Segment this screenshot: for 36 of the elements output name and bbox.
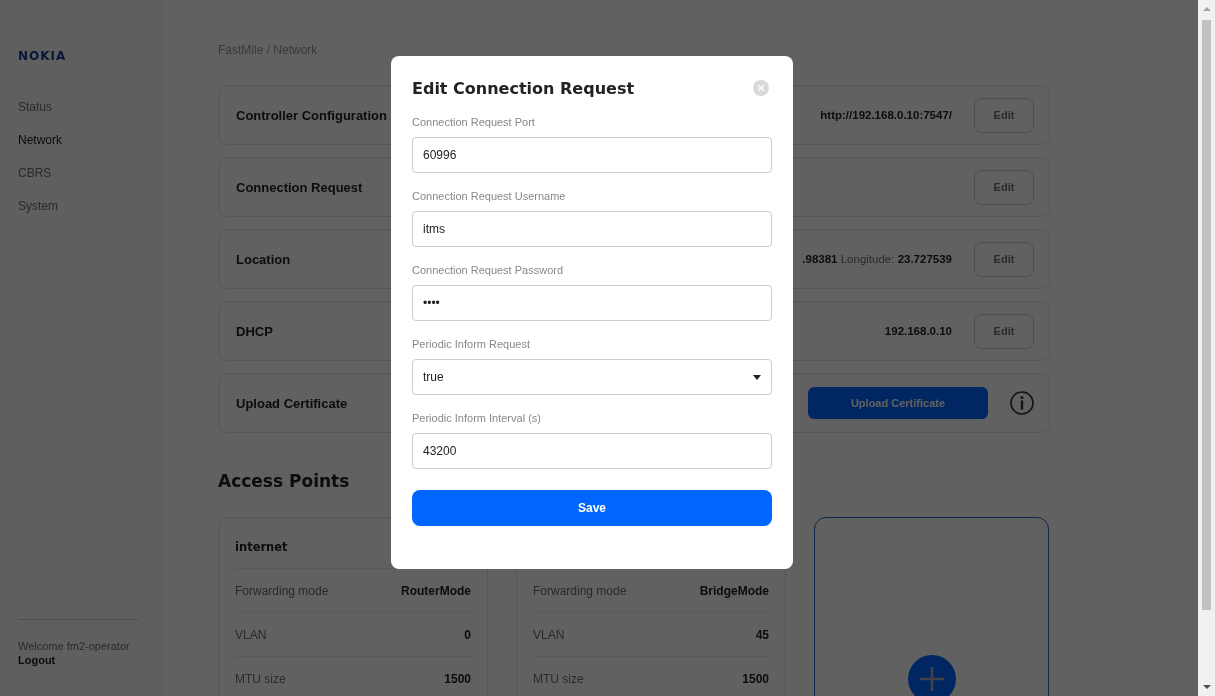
field-label: Connection Request Password: [412, 264, 565, 276]
add-icon[interactable]: [907, 655, 956, 696]
row-value: 1500: [444, 671, 471, 686]
row-value: 45: [755, 627, 769, 642]
logo: NOKIA: [18, 49, 67, 63]
row-value: RouterMode: [401, 583, 471, 598]
input-field[interactable]: ••••: [412, 285, 772, 321]
save-button[interactable]: Save: [412, 490, 772, 526]
setting-value: http://192.168.0.10:7547/: [820, 109, 952, 121]
close-icon[interactable]: [753, 80, 769, 96]
field-label: Connection Request Port: [412, 116, 536, 128]
logout-link[interactable]: Logout: [18, 654, 56, 666]
card-title: Connection Request: [236, 179, 363, 195]
dropdown[interactable]: true: [412, 359, 772, 395]
row-value: BridgeMode: [699, 583, 769, 598]
row-value: 0: [464, 627, 471, 642]
field-label: Periodic Inform Request: [412, 338, 531, 350]
add-card[interactable]: [814, 517, 1049, 696]
input-field[interactable]: 60996: [412, 137, 772, 173]
section-heading: Access Points: [218, 471, 351, 491]
field-label: Connection Request Username: [412, 190, 567, 202]
card-title: Location: [236, 251, 291, 267]
scrollbar[interactable]: [1198, 0, 1215, 696]
field-label: Periodic Inform Interval (s): [412, 412, 542, 424]
card-title: DHCP: [236, 323, 273, 339]
card-title: Upload Certificate: [236, 395, 348, 411]
upload-button[interactable]: Upload Certificate: [808, 387, 988, 419]
caret-icon[interactable]: [753, 374, 761, 380]
card-title: Controller Configuration: [236, 107, 387, 123]
nav-item[interactable]: Network: [18, 132, 62, 148]
input-field[interactable]: 43200: [412, 433, 772, 469]
dialog-title: Edit Connection Request: [412, 78, 635, 98]
info-icon[interactable]: [1010, 391, 1034, 415]
input-field[interactable]: itms: [412, 211, 772, 247]
setting-value: 192.168.0.10: [884, 325, 952, 337]
row-value: 1500: [742, 671, 769, 686]
